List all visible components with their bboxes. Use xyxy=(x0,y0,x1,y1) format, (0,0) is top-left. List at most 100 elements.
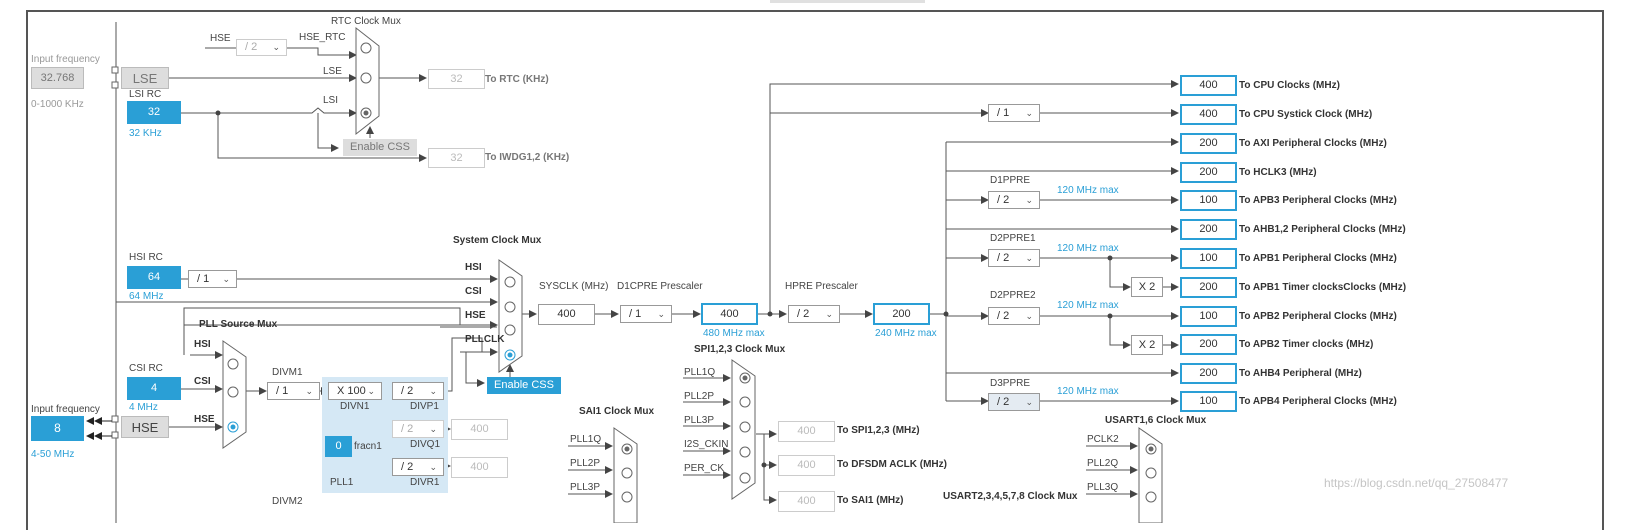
output-label-apb2-timer: To APB2 Timer clocks (MHz) xyxy=(1239,339,1374,350)
divq1-output: 400 xyxy=(451,419,508,440)
pll-source-mux xyxy=(222,340,247,449)
d2ppre1-max: 120 MHz max xyxy=(1057,243,1119,254)
lse-input-title: Input frequency xyxy=(31,54,100,65)
hsi-unit: 64 MHz xyxy=(129,291,164,302)
output-label-axi: To AXI Peripheral Clocks (MHz) xyxy=(1239,138,1387,149)
rtc-clock-mux xyxy=(355,26,380,136)
sys-enable-css-button[interactable]: Enable CSS xyxy=(487,377,561,394)
rtc-output-value: 32 xyxy=(428,69,485,89)
d2ppre1-timer-multiplier: X 2 xyxy=(1131,277,1163,297)
divr1-divider[interactable]: / 2 ⌄ xyxy=(392,458,444,476)
pll-src-input-csi: CSI xyxy=(194,376,211,387)
sysmux-input-csi: CSI xyxy=(465,286,482,297)
rtc-hse-divider[interactable]: / 2 ⌄ xyxy=(236,39,287,56)
pll-src-input-hse: HSE xyxy=(194,414,215,425)
system-clock-mux-title: System Clock Mux xyxy=(453,235,542,246)
d2ppre2-divider[interactable]: / 2 ⌄ xyxy=(988,307,1040,325)
sysclk-label: SYSCLK (MHz) xyxy=(539,281,609,292)
output-label-apb2: To APB2 Peripheral Clocks (MHz) xyxy=(1239,311,1397,322)
pll-source-mux-title: PLL Source Mux xyxy=(199,319,278,330)
iwdg-output-label: To IWDG1,2 (KHz) xyxy=(485,152,570,163)
rtc-hse-rtc-label: HSE_RTC xyxy=(299,32,346,43)
fracn1-value[interactable]: 0 xyxy=(325,436,352,457)
fracn1-label: fracn1 xyxy=(354,441,382,452)
pll1-label: PLL1 xyxy=(330,477,354,488)
usart16-input-pclk2: PCLK2 xyxy=(1087,434,1119,445)
cpu-systick-divider[interactable]: / 1 ⌄ xyxy=(988,104,1040,122)
output-value-apb2: 100 xyxy=(1180,306,1237,327)
d1ppre-divider[interactable]: / 2 ⌄ xyxy=(988,191,1040,209)
d2ppre2-label: D2PPRE2 xyxy=(990,290,1036,301)
output-value-ahb12: 200 xyxy=(1180,219,1237,240)
output-label-cpu: To CPU Clocks (MHz) xyxy=(1239,80,1340,91)
pll-src-input-hsi: HSI xyxy=(194,339,211,350)
hse-button[interactable]: HSE xyxy=(121,416,169,438)
system-clock-mux xyxy=(498,259,523,373)
output-value-cpu: 400 xyxy=(1180,75,1237,96)
output-value-hclk3: 200 xyxy=(1180,162,1237,183)
csi-value: 4 xyxy=(127,377,181,400)
divm2-label: DIVM2 xyxy=(272,496,303,507)
sai1-input-pll3p: PLL3P xyxy=(570,482,601,493)
output-value-apb3: 100 xyxy=(1180,190,1237,211)
divr1-output: 400 xyxy=(451,457,508,478)
sai1-input-pll1q: PLL1Q xyxy=(570,434,602,445)
hse-range: 4-50 MHz xyxy=(31,449,75,460)
lse-range: 0-1000 KHz xyxy=(31,99,84,110)
rtc-lse-label: LSE xyxy=(323,66,342,77)
hse-input-value[interactable]: 8 xyxy=(31,416,84,441)
output-label-hclk3: To HCLK3 (MHz) xyxy=(1239,167,1317,178)
output-value-apb2-timer: 200 xyxy=(1180,334,1237,355)
dfsdm-output-value: 400 xyxy=(778,455,835,476)
d1cpre-output-value: 400 xyxy=(701,303,758,325)
output-label-ahb12: To AHB1,2 Peripheral Clocks (MHz) xyxy=(1239,224,1406,235)
hse-input-title: Input frequency xyxy=(31,404,100,415)
divq1-divider[interactable]: / 2 ⌄ xyxy=(392,420,444,438)
hpre-divider[interactable]: / 2 ⌄ xyxy=(788,305,840,323)
sysmux-input-pllclk: PLLCLK xyxy=(465,334,505,345)
output-value-cpu-systick: 400 xyxy=(1180,104,1237,125)
hpre-output-value: 200 xyxy=(873,303,930,325)
divm1-divider[interactable]: / 1 ⌄ xyxy=(267,382,320,400)
sai1-clock-mux xyxy=(613,427,638,523)
lse-input-value[interactable]: 32.768 xyxy=(31,67,84,89)
output-value-ahb4: 200 xyxy=(1180,363,1237,384)
csi-rc-label: CSI RC xyxy=(129,363,163,374)
rtc-lsi-label: LSI xyxy=(323,95,339,106)
d1cpre-label: D1CPRE Prescaler xyxy=(617,281,703,292)
d1cpre-divider[interactable]: / 1 ⌄ xyxy=(620,305,672,323)
output-value-apb4: 100 xyxy=(1180,391,1237,412)
output-label-cpu-systick: To CPU Systick Clock (MHz) xyxy=(1239,109,1373,120)
divp1-divider[interactable]: / 2 ⌄ xyxy=(392,382,444,400)
sai1-mux-title: SAI1 Clock Mux xyxy=(579,406,655,417)
divp1-label: DIVP1 xyxy=(410,401,439,412)
d2ppre1-divider[interactable]: / 2 ⌄ xyxy=(988,249,1040,267)
rtc-hse-label: HSE xyxy=(210,33,231,44)
rtc-enable-css-button[interactable]: Enable CSS xyxy=(343,139,417,156)
output-value-axi: 200 xyxy=(1180,133,1237,154)
d2ppre1-label: D2PPRE1 xyxy=(990,233,1036,244)
d1ppre-max: 120 MHz max xyxy=(1057,185,1119,196)
csi-unit: 4 MHz xyxy=(129,402,158,413)
d3ppre-divider[interactable]: / 2 ⌄ xyxy=(988,393,1040,411)
d3ppre-label: D3PPRE xyxy=(990,378,1031,389)
d2ppre2-max: 120 MHz max xyxy=(1057,300,1119,311)
usart16-clock-mux xyxy=(1138,427,1163,523)
hpre-max: 240 MHz max xyxy=(875,328,937,339)
sysmux-input-hse: HSE xyxy=(465,310,486,321)
spi123-output-value: 400 xyxy=(778,421,835,442)
divq1-label: DIVQ1 xyxy=(410,439,441,450)
hsi-rc-label: HSI RC xyxy=(129,252,163,263)
spi123-mux-title: SPI1,2,3 Clock Mux xyxy=(694,344,786,355)
hsi-divider[interactable]: / 1 ⌄ xyxy=(188,270,237,288)
d3ppre-max: 120 MHz max xyxy=(1057,386,1119,397)
spi123-output-label: To SPI1,2,3 (MHz) xyxy=(837,425,920,436)
spi-input-i2s-ckin: I2S_CKIN xyxy=(684,439,729,450)
divn1-multiplier[interactable]: X 100 ⌄ xyxy=(328,382,382,400)
usart16-input-pll2q: PLL2Q xyxy=(1087,458,1119,469)
lsi-value: 32 xyxy=(127,101,181,124)
hsi-value: 64 xyxy=(127,266,181,289)
lse-button[interactable]: LSE xyxy=(121,67,169,89)
sai1-input-pll2p: PLL2P xyxy=(570,458,601,469)
sai1-output-label: To SAI1 (MHz) xyxy=(837,495,904,506)
